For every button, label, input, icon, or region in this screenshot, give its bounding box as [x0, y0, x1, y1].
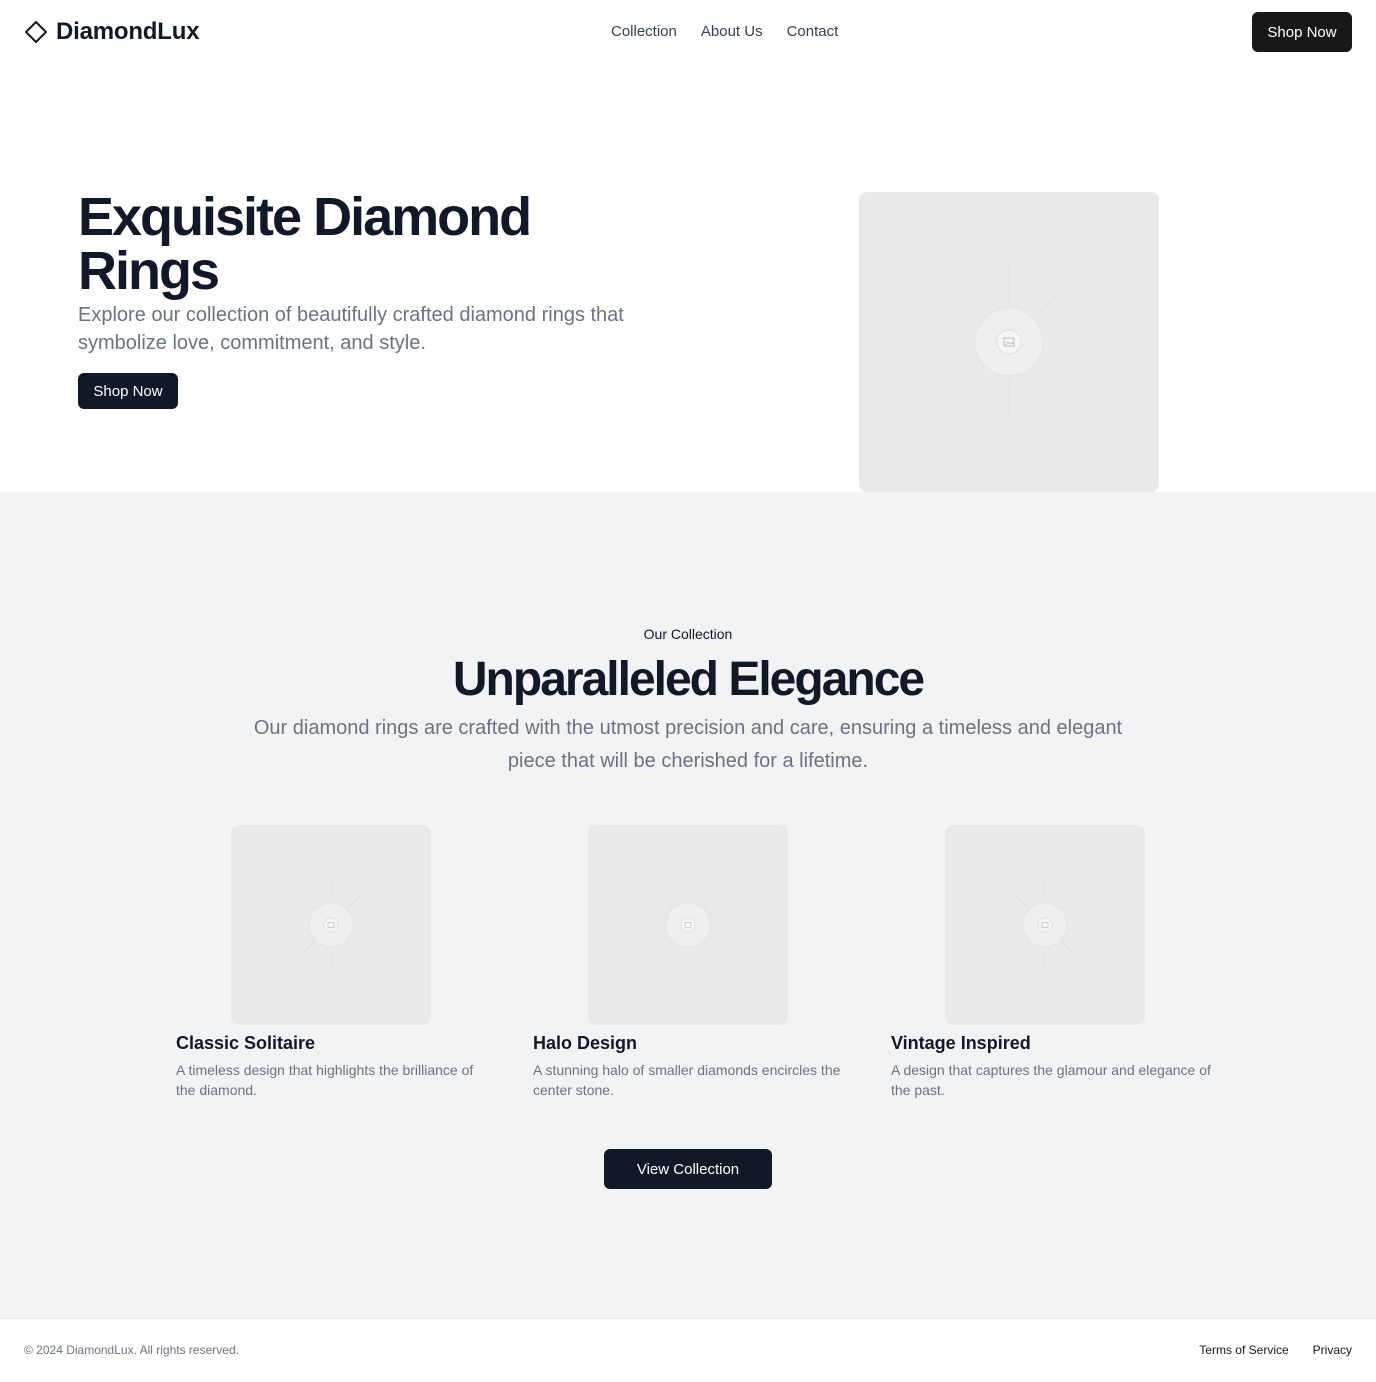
product-image — [231, 825, 431, 1025]
hero-subtitle: Explore our collection of beautifully cr… — [78, 304, 624, 354]
image-placeholder-icon — [643, 880, 733, 970]
section-title: Unparalleled Elegance — [452, 653, 925, 706]
collection-section: Our Collection Unparalleled Elegance Our… — [0, 492, 1376, 1318]
product-image — [588, 825, 788, 1025]
copyright-text: © 2024 DiamondLux. All rights reserved. — [24, 1343, 239, 1357]
nav-link-about-us[interactable]: About Us — [701, 20, 763, 44]
footer-link-privacy[interactable]: Privacy — [1313, 1342, 1352, 1358]
main-nav: Collection About Us Contact — [611, 20, 838, 44]
section-eyebrow: Our Collection — [643, 626, 733, 642]
site-header: DiamondLux Collection About Us Contact S… — [0, 0, 1376, 64]
product-description: A stunning halo of smaller diamonds enci… — [533, 1062, 841, 1098]
hero-image — [859, 192, 1159, 492]
hero-shop-now-button[interactable]: Shop Now — [78, 373, 178, 409]
image-placeholder-icon — [1000, 880, 1090, 970]
brand[interactable]: DiamondLux — [24, 16, 200, 48]
diamond-icon — [25, 21, 47, 43]
image-placeholder-icon — [929, 262, 1089, 422]
hero-title: Exquisite Diamond Rings — [78, 187, 532, 301]
header-shop-now-button[interactable]: Shop Now — [1252, 12, 1352, 52]
product-image — [945, 825, 1145, 1025]
footer-link-terms[interactable]: Terms of Service — [1199, 1342, 1288, 1358]
footer-links: Terms of Service Privacy — [1175, 1342, 1352, 1358]
product-title: Classic Solitaire — [176, 1033, 316, 1053]
section-subtitle: Our diamond rings are crafted with the u… — [253, 717, 1123, 772]
view-collection-button[interactable]: View Collection — [604, 1149, 772, 1189]
brand-name: DiamondLux — [56, 18, 200, 45]
product-title: Halo Design — [533, 1033, 638, 1053]
product-description: A timeless design that highlights the br… — [176, 1062, 474, 1098]
site-footer: © 2024 DiamondLux. All rights reserved. … — [0, 1318, 1376, 1382]
image-placeholder-icon — [286, 880, 376, 970]
nav-link-collection[interactable]: Collection — [611, 20, 677, 44]
product-title: Vintage Inspired — [891, 1033, 1031, 1053]
product-description: A design that captures the glamour and e… — [891, 1062, 1211, 1098]
nav-link-contact[interactable]: Contact — [787, 20, 839, 44]
hero-section: Exquisite Diamond Rings Explore our coll… — [0, 64, 1376, 492]
